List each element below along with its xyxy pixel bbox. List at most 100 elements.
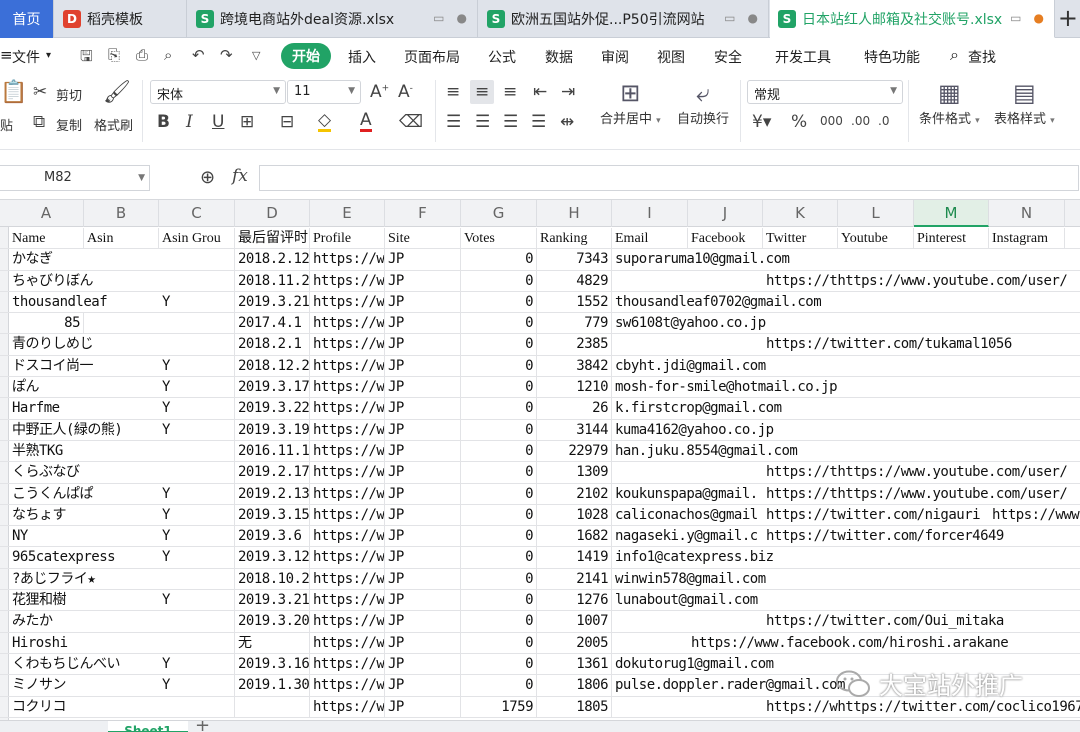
sheet-tab[interactable]: Sheet1 (108, 721, 188, 732)
cell-name[interactable]: なちょす (9, 505, 409, 526)
dot-icon[interactable]: ● (748, 11, 758, 25)
column-header-h[interactable]: H (537, 200, 612, 227)
cell-email[interactable]: info1@catexpress.biz (612, 547, 1012, 568)
dot-icon[interactable]: ● (457, 11, 467, 25)
cell-email[interactable]: thousandleaf0702@gmail.com (612, 292, 1012, 313)
cell-style-icon[interactable]: ⊟ (280, 112, 294, 132)
cell-votes[interactable]: 0 (461, 462, 537, 484)
column-header-e[interactable]: E (310, 200, 385, 227)
thousands-icon[interactable]: 000 (820, 114, 843, 128)
menu-file[interactable]: 文件 (12, 47, 40, 67)
cell-votes[interactable]: 0 (461, 398, 537, 420)
cell-name[interactable]: ミノサン (9, 675, 409, 696)
header-cell[interactable]: Youtube (838, 228, 914, 249)
header-cell[interactable]: Votes (461, 228, 537, 249)
cell-ranking[interactable]: 4829 (537, 270, 612, 292)
column-header-i[interactable]: I (612, 200, 688, 227)
header-cell[interactable]: Asin Grou (159, 228, 235, 249)
align-right-icon[interactable]: ☰ (503, 112, 518, 132)
cell-votes[interactable]: 0 (461, 590, 537, 612)
cell-ranking[interactable]: 22979 (537, 440, 612, 462)
menu-developer[interactable]: 开发工具 (775, 47, 831, 67)
cell-votes[interactable]: 0 (461, 440, 537, 462)
cell-email[interactable]: winwin578@gmail.com (612, 569, 1012, 590)
cell-twitter[interactable]: https://thttps://www.youtube.com/user/ (763, 462, 1080, 483)
cell-votes[interactable]: 0 (461, 334, 537, 356)
cell-votes[interactable]: 0 (461, 377, 537, 399)
increase-decimal-icon[interactable]: .00 (851, 114, 870, 128)
bold-icon[interactable]: B (157, 112, 170, 132)
tab-file-2[interactable]: S 欧洲五国站外促...P50引流网站 ▭ ● (479, 0, 769, 38)
cell-email[interactable]: cbyht.jdi@gmail.com (612, 356, 1012, 377)
cell-ranking[interactable]: 3144 (537, 419, 612, 441)
more-icon[interactable]: ▽ (252, 49, 260, 62)
cell-name[interactable]: 85 (9, 313, 84, 335)
cell-name[interactable]: ぽん (9, 377, 409, 398)
menu-view[interactable]: 视图 (657, 47, 685, 67)
font-color-icon[interactable]: A (360, 111, 372, 132)
header-cell[interactable]: Email (612, 228, 688, 249)
cell-ranking[interactable]: 3842 (537, 355, 612, 377)
cell-ranking[interactable]: 26 (537, 398, 612, 420)
redo-icon[interactable]: ↷ (220, 46, 233, 64)
cell-votes[interactable]: 0 (461, 419, 537, 441)
cell-instagram[interactable]: https://www (989, 505, 1080, 526)
border-icon[interactable]: ⊞ (240, 112, 254, 132)
cell-votes[interactable]: 0 (461, 504, 537, 526)
cell-ranking[interactable]: 779 (537, 313, 612, 335)
decrease-decimal-icon[interactable]: .0 (878, 114, 889, 128)
cell-votes[interactable]: 0 (461, 547, 537, 569)
chevron-down-icon[interactable]: ▾ (46, 50, 51, 61)
cell-name[interactable]: ちゃびりぼん (9, 271, 409, 292)
search-icon[interactable]: ⌕ (950, 45, 959, 65)
cell-ranking[interactable]: 1007 (537, 611, 612, 633)
window-icon[interactable]: ▭ (1010, 11, 1021, 25)
align-top-icon[interactable]: ≡ (446, 82, 460, 102)
cell-ranking[interactable]: 1419 (537, 547, 612, 569)
cell-name[interactable]: 青のりしめじ (9, 334, 409, 355)
cell-name[interactable]: こうくんぱぱ (9, 484, 409, 505)
add-sheet-button[interactable]: + (195, 721, 210, 732)
cell-name[interactable]: みたか (9, 611, 409, 632)
column-header-m[interactable]: M (914, 200, 989, 227)
cell-votes[interactable]: 0 (461, 313, 537, 335)
format-painter-button[interactable]: 格式刷 (94, 115, 133, 134)
cell-twitter[interactable]: https://twitter.com/tukamal1056 (763, 334, 1080, 355)
justify-icon[interactable]: ☰ (531, 112, 546, 132)
merge-center-button[interactable]: ⊞ 合并居中 ▾ (600, 78, 661, 127)
menu-formulas[interactable]: 公式 (488, 47, 516, 67)
cell-ranking[interactable]: 2385 (537, 334, 612, 356)
header-cell[interactable]: Pinterest (914, 228, 989, 249)
cell-area[interactable]: Name Asin Asin Grou 最后留评时 Profile Site Votes Ra… (0, 228, 1080, 718)
column-header-l[interactable]: L (838, 200, 914, 227)
italic-icon[interactable]: I (186, 112, 193, 132)
wrap-text-button[interactable]: ⤶ 自动换行 (677, 78, 729, 127)
column-header-d[interactable]: D (235, 200, 310, 227)
number-format-select[interactable]: 常规 ▼ (747, 80, 903, 104)
print-preview-icon[interactable]: ⌕ (164, 46, 172, 64)
font-size-select[interactable]: 11 ▼ (287, 80, 361, 104)
zoom-icon[interactable]: ⊕ (200, 167, 215, 188)
spreadsheet-grid[interactable]: ABCDEFGHIJKLMN Name Asin Asin Grou 最后留评时 Pro… (0, 200, 1080, 720)
cell-twitter[interactable]: https://twitter.com/forcer4649 (763, 526, 1080, 547)
copy-button[interactable]: 复制 (56, 115, 82, 134)
window-icon[interactable]: ▭ (724, 11, 735, 25)
paste-icon[interactable]: 📋 (0, 80, 27, 105)
cell-name[interactable]: くらぶなび (9, 462, 409, 483)
percent-icon[interactable]: % (791, 112, 807, 132)
header-cell[interactable]: Site (385, 228, 461, 249)
distribute-icon[interactable]: ⇹ (560, 112, 574, 132)
new-tab-button[interactable]: + (1058, 4, 1078, 32)
cell-name[interactable]: thousandleaf (9, 292, 409, 313)
align-middle-icon[interactable]: ≡ (470, 80, 495, 104)
cell-ranking[interactable]: 1682 (537, 526, 612, 548)
cell-ranking[interactable]: 2005 (537, 632, 612, 654)
column-header-k[interactable]: K (763, 200, 838, 227)
header-cell[interactable]: Asin (84, 228, 159, 249)
cell-votes[interactable]: 0 (461, 611, 537, 633)
cell-twitter[interactable]: https://thttps://www.youtube.com/user/ (763, 271, 1080, 292)
window-icon[interactable]: ▭ (433, 11, 444, 25)
cell-votes[interactable]: 0 (461, 291, 537, 313)
cell-ranking[interactable]: 1028 (537, 504, 612, 526)
cell-email[interactable]: kuma4162@yahoo.co.jp (612, 420, 1012, 441)
